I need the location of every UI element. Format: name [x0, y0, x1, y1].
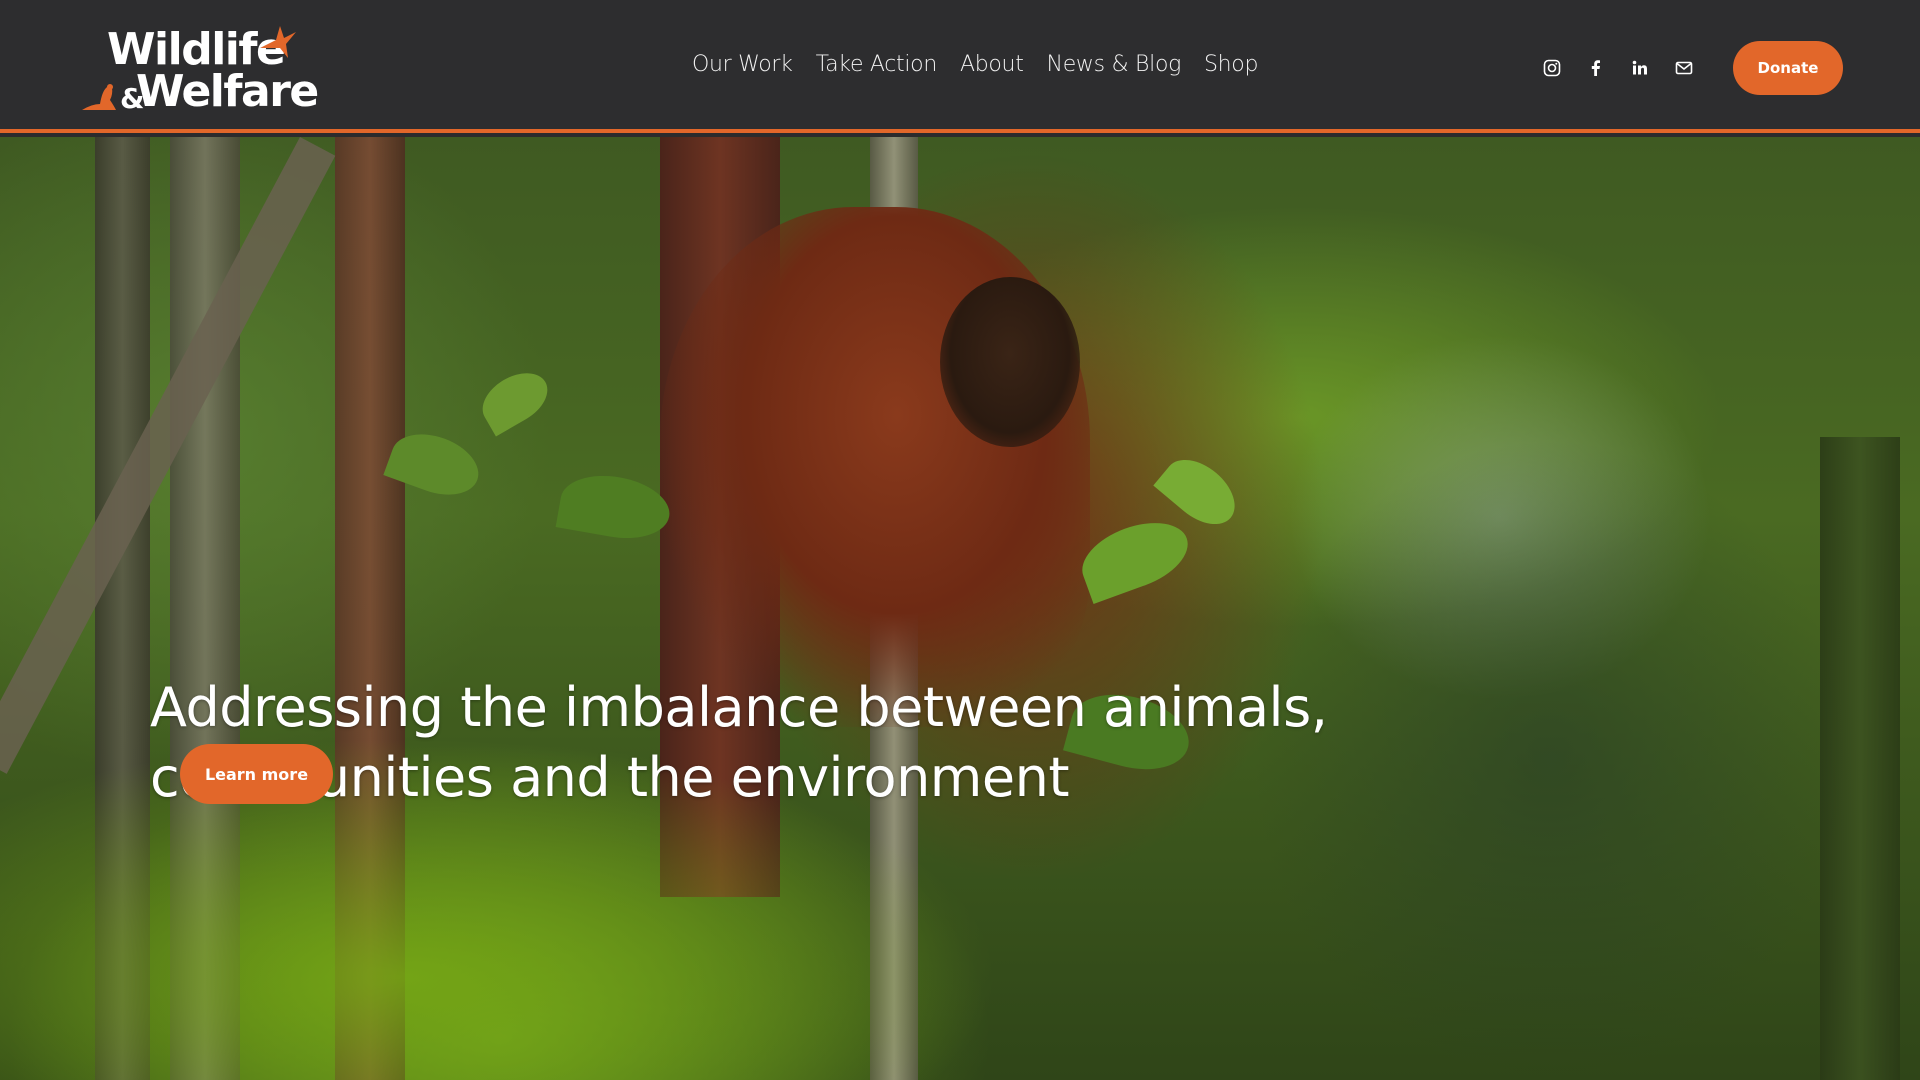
nav-news-blog[interactable]: News & Blog — [1047, 52, 1182, 77]
otter-icon — [82, 84, 116, 110]
bird-icon — [260, 26, 296, 58]
social-links — [1542, 58, 1694, 78]
site-header: Wildlife & Welfare Our Work Take Action … — [0, 0, 1920, 133]
hero-title: Addressing the imbalance between animals… — [150, 676, 1328, 809]
hero-section: Addressing the imbalance between animals… — [0, 137, 1920, 1080]
facebook-icon[interactable] — [1586, 58, 1606, 78]
nav-about[interactable]: About — [960, 52, 1024, 77]
nav-shop[interactable]: Shop — [1204, 52, 1258, 77]
learn-more-button[interactable]: Learn more — [180, 744, 333, 804]
email-icon[interactable] — [1674, 58, 1694, 78]
donate-button[interactable]: Donate — [1733, 41, 1843, 95]
instagram-icon[interactable] — [1542, 58, 1562, 78]
nav-take-action[interactable]: Take Action — [816, 52, 938, 77]
hero-background-image — [0, 137, 1920, 1080]
logo-text-line2: Welfare — [136, 66, 319, 117]
nav-our-work[interactable]: Our Work — [692, 52, 793, 77]
linkedin-icon[interactable] — [1630, 58, 1650, 78]
wildlife-welfare-logo[interactable]: Wildlife & Welfare — [80, 22, 319, 117]
main-nav: Our Work Take Action About News & Blog S… — [692, 52, 1281, 77]
